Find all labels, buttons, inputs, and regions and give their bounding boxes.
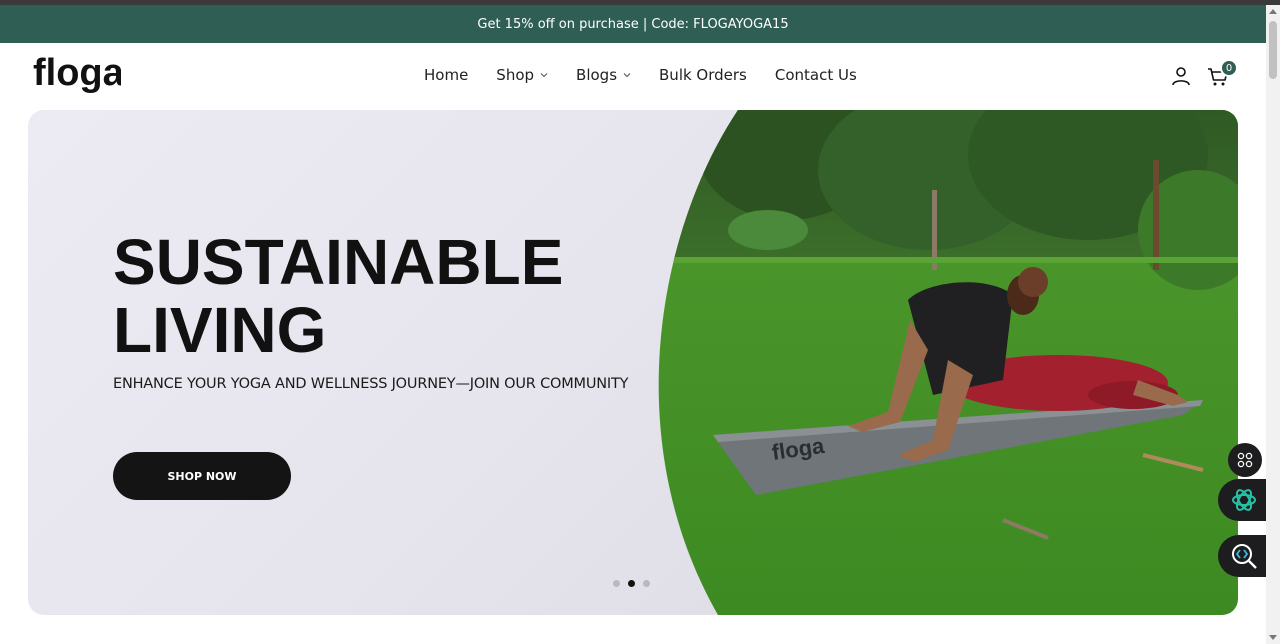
apps-grid-widget[interactable]	[1228, 443, 1262, 477]
slider-dot-3[interactable]	[643, 580, 650, 587]
nav-item-contact-us[interactable]: Contact Us	[775, 66, 857, 84]
apps-grid-icon	[1237, 452, 1253, 468]
main-nav: Home Shop Blogs Bulk Orders Contact Us	[424, 66, 885, 84]
nav-item-shop[interactable]: Shop	[496, 66, 548, 84]
shop-now-button[interactable]: SHOP NOW	[113, 452, 291, 500]
chevron-down-icon	[623, 73, 631, 78]
slider-dot-2[interactable]	[628, 580, 635, 587]
code-search-icon	[1232, 544, 1257, 569]
page-scrollbar[interactable]	[1266, 5, 1280, 644]
nav-item-blogs[interactable]: Blogs	[576, 66, 631, 84]
ai-assistant-widget[interactable]	[1218, 479, 1270, 521]
site-header: floga Home Shop Blogs Bulk Orders Contac…	[0, 43, 1266, 109]
slider-dot-1[interactable]	[613, 580, 620, 587]
scroll-up-arrow[interactable]	[1269, 9, 1277, 14]
nav-label: Blogs	[576, 66, 618, 84]
chevron-down-icon	[540, 73, 548, 78]
hero-subtitle: ENHANCE YOUR YOGA AND WELLNESS JOURNEY—J…	[113, 376, 629, 392]
ai-assistant-icon	[1232, 489, 1256, 511]
nav-label: Shop	[496, 66, 535, 84]
scroll-thumb[interactable]	[1269, 21, 1277, 79]
announcement-bar: Get 15% off on purchase | Code: FLOGAYOG…	[0, 5, 1266, 43]
logo-text: floga	[33, 53, 121, 94]
floga-logo[interactable]: floga	[33, 53, 121, 99]
announcement-text: Get 15% off on purchase | Code: FLOGAYOG…	[477, 16, 789, 32]
slider-dots	[613, 580, 650, 587]
nav-label: Contact Us	[774, 66, 857, 84]
nav-item-bulk-orders[interactable]: Bulk Orders	[659, 66, 747, 84]
user-icon[interactable]	[1170, 65, 1192, 87]
scroll-down-arrow[interactable]	[1269, 635, 1277, 640]
code-search-widget[interactable]	[1218, 535, 1270, 577]
cart-count-badge: 0	[1220, 59, 1238, 77]
hero-title: SUSTAINABLE LIVING	[113, 228, 633, 364]
hero-title-line1: SUSTAINABLE	[113, 226, 564, 298]
nav-label: Home	[424, 66, 469, 84]
nav-label: Bulk Orders	[659, 66, 747, 84]
nav-item-home[interactable]: Home	[424, 66, 468, 84]
hero-banner: floga SUSTAINABLE LIVING ENHANCE YOUR YO…	[28, 110, 1238, 615]
hero-title-line2: LIVING	[113, 294, 327, 366]
